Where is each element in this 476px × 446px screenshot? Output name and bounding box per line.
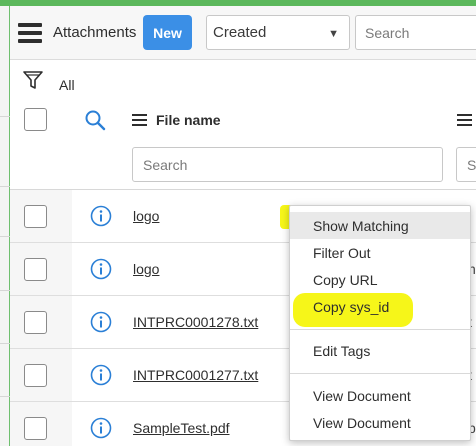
gutter-divider	[0, 343, 10, 344]
header-search-input[interactable]	[355, 15, 476, 50]
column-menu-icon[interactable]	[132, 114, 147, 126]
checkbox-cell	[10, 402, 72, 446]
info-icon[interactable]	[90, 205, 112, 227]
menu-item-filter-out[interactable]: Filter Out	[290, 239, 470, 266]
gutter-divider	[0, 236, 10, 237]
filter-funnel-icon[interactable]	[22, 69, 44, 91]
info-icon[interactable]	[90, 417, 112, 439]
info-icon[interactable]	[90, 258, 112, 280]
checkbox-cell	[10, 349, 72, 401]
file-name-link[interactable]: logo	[133, 261, 159, 277]
row-checkbox[interactable]	[24, 364, 47, 387]
menu-item-view-document[interactable]: View Document	[290, 382, 470, 409]
file-name-link[interactable]: INTPRC0001277.txt	[133, 367, 258, 383]
filter-row: All	[10, 60, 476, 100]
list-title: Attachments	[53, 24, 137, 41]
menu-item-copy-url[interactable]: Copy URL	[290, 266, 470, 293]
breadcrumb-all[interactable]: All	[59, 77, 75, 93]
menu-item-show-matching[interactable]: Show Matching	[290, 212, 470, 239]
new-button[interactable]: New	[143, 15, 192, 50]
checkbox-cell	[10, 190, 72, 242]
gutter-divider	[0, 290, 10, 291]
info-icon[interactable]	[90, 311, 112, 333]
file-name-link[interactable]: SampleTest.pdf	[133, 420, 230, 436]
gutter-divider	[0, 396, 10, 397]
search-toggle-icon[interactable]	[84, 109, 106, 131]
select-all-checkbox[interactable]	[24, 108, 47, 131]
info-icon[interactable]	[90, 364, 112, 386]
checkbox-cell	[10, 243, 72, 295]
column-search-input-2[interactable]	[456, 147, 476, 182]
menu-separator	[290, 373, 470, 374]
dropdown-caret-icon: ▼	[328, 28, 339, 40]
search-field-select[interactable]: Created ▼	[206, 15, 350, 50]
hamburger-menu-icon[interactable]	[18, 23, 42, 43]
menu-separator	[290, 329, 470, 330]
file-name-link[interactable]: logo	[133, 208, 159, 224]
gutter-divider	[0, 186, 10, 187]
search-field-value: Created	[213, 24, 267, 41]
gutter-divider	[0, 116, 10, 117]
column-search-input[interactable]	[132, 147, 443, 182]
list-header: Attachments New Created ▼	[10, 6, 476, 60]
left-gutter	[0, 6, 10, 446]
column-menu-icon[interactable]	[457, 114, 472, 126]
column-title-file-name[interactable]: File name	[156, 112, 221, 128]
menu-item-copy-sys-id[interactable]: Copy sys_id	[290, 293, 470, 320]
menu-item-view-document-2[interactable]: View Document	[290, 409, 470, 436]
checkbox-cell	[10, 296, 72, 348]
row-checkbox[interactable]	[24, 258, 47, 281]
row-checkbox[interactable]	[24, 417, 47, 440]
menu-item-edit-tags[interactable]: Edit Tags	[290, 337, 470, 364]
file-name-link[interactable]: INTPRC0001278.txt	[133, 314, 258, 330]
column-header-row: File name	[10, 100, 476, 190]
row-checkbox[interactable]	[24, 205, 47, 228]
row-checkbox[interactable]	[24, 311, 47, 334]
